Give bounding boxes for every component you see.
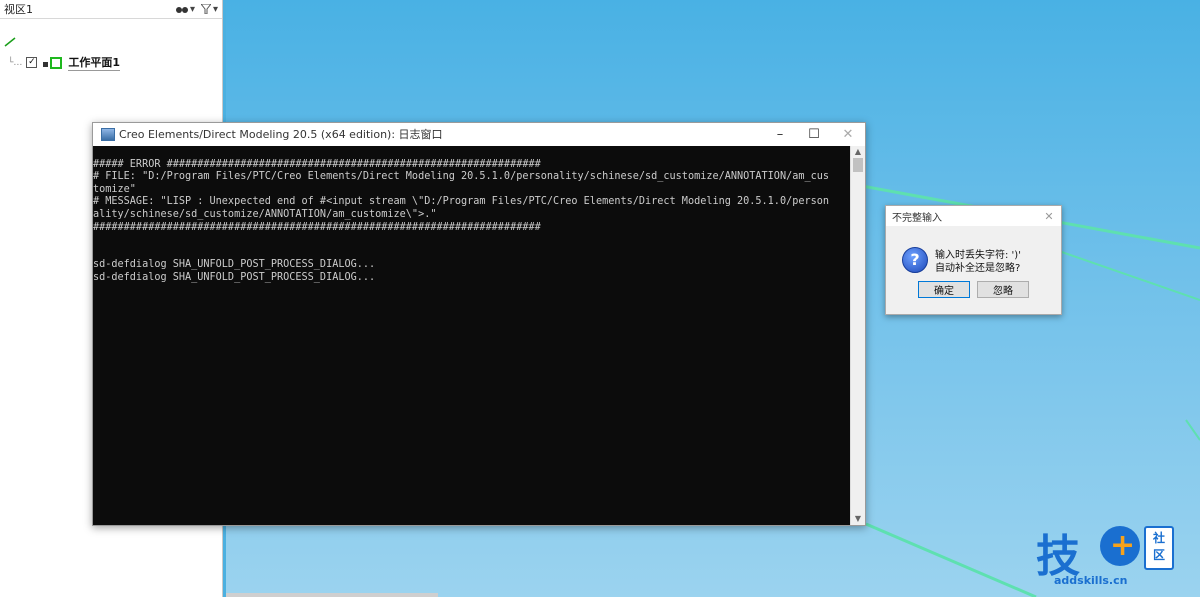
- dialog-message-line2: 自动补全还是忽略?: [935, 263, 1021, 274]
- dialog-close-button[interactable]: ✕: [1037, 210, 1061, 223]
- scroll-up-icon[interactable]: ▲: [851, 146, 865, 158]
- incomplete-input-dialog[interactable]: 不完整输入 ✕ ? 输入时丢失字符: ')' 自动补全还是忽略? 确定 忽略: [885, 205, 1062, 315]
- question-icon: ?: [902, 247, 928, 273]
- minimize-button[interactable]: –: [763, 127, 797, 142]
- workplane-label: 工作平面1: [68, 56, 121, 71]
- log-line: ality/schinese/sd_customize/ANNOTATION/a…: [93, 208, 437, 220]
- log-window-title: Creo Elements/Direct Modeling 20.5 (x64 …: [119, 128, 443, 141]
- tree-header: 视区1 ▾ ▾: [0, 0, 222, 19]
- dialog-title: 不完整输入: [892, 212, 942, 224]
- scroll-down-icon[interactable]: ▼: [851, 513, 865, 525]
- log-line: ##### ERROR ############################…: [93, 158, 541, 170]
- logo-plus-icon: +: [1100, 526, 1140, 566]
- log-window-titlebar[interactable]: Creo Elements/Direct Modeling 20.5 (x64 …: [93, 123, 865, 145]
- viewport-root-icon[interactable]: [4, 37, 16, 47]
- log-line: tomize": [93, 183, 136, 195]
- ignore-button[interactable]: 忽略: [977, 281, 1029, 298]
- workplane-visibility-checkbox[interactable]: ✓: [26, 57, 38, 68]
- dialog-titlebar[interactable]: 不完整输入 ✕: [886, 206, 1061, 226]
- edge-mid: [1055, 249, 1200, 301]
- edge-right: [1185, 419, 1200, 441]
- logo-plus: +: [1110, 528, 1136, 563]
- logo-url: addskills.cn: [1054, 574, 1128, 587]
- logo-community-badge: 社区: [1144, 526, 1174, 570]
- addskills-logo: 技 + 社区 addskills.cn: [1030, 520, 1200, 597]
- log-line: sd-defdialog SHA_UNFOLD_POST_PROCESS_DIA…: [93, 259, 376, 271]
- scroll-thumb[interactable]: [853, 158, 863, 172]
- log-line: ########################################…: [93, 221, 541, 233]
- edge-bottom: [865, 522, 1037, 597]
- log-line: # MESSAGE: "LISP : Unexpected end of #<i…: [93, 196, 830, 208]
- log-line: sd-defdialog SHA_UNFOLD_POST_PROCESS_DIA…: [93, 271, 376, 283]
- log-output[interactable]: ##### ERROR ############################…: [93, 146, 851, 525]
- tree-item-workplane[interactable]: └… ✓ 工作平面1: [8, 54, 121, 71]
- tree-connector-icon: └…: [8, 57, 23, 68]
- app-icon: [101, 127, 115, 141]
- maximize-button[interactable]: ☐: [797, 127, 831, 142]
- confirm-button[interactable]: 确定: [918, 281, 970, 298]
- workplane-small-icon: [43, 62, 49, 67]
- log-line: # FILE: "D:/Program Files/PTC/Creo Eleme…: [93, 171, 830, 183]
- workplane-icon: [50, 56, 63, 69]
- tree-title: 视区1: [4, 3, 33, 16]
- bottom-strip: [226, 593, 438, 597]
- close-button[interactable]: ✕: [831, 127, 865, 142]
- log-scrollbar[interactable]: ▲ ▼: [850, 146, 865, 525]
- logo-community-text: 社区: [1152, 531, 1165, 562]
- filter-icon[interactable]: ▾: [200, 4, 218, 15]
- binoculars-icon[interactable]: ▾: [175, 4, 195, 15]
- log-window[interactable]: Creo Elements/Direct Modeling 20.5 (x64 …: [92, 122, 866, 526]
